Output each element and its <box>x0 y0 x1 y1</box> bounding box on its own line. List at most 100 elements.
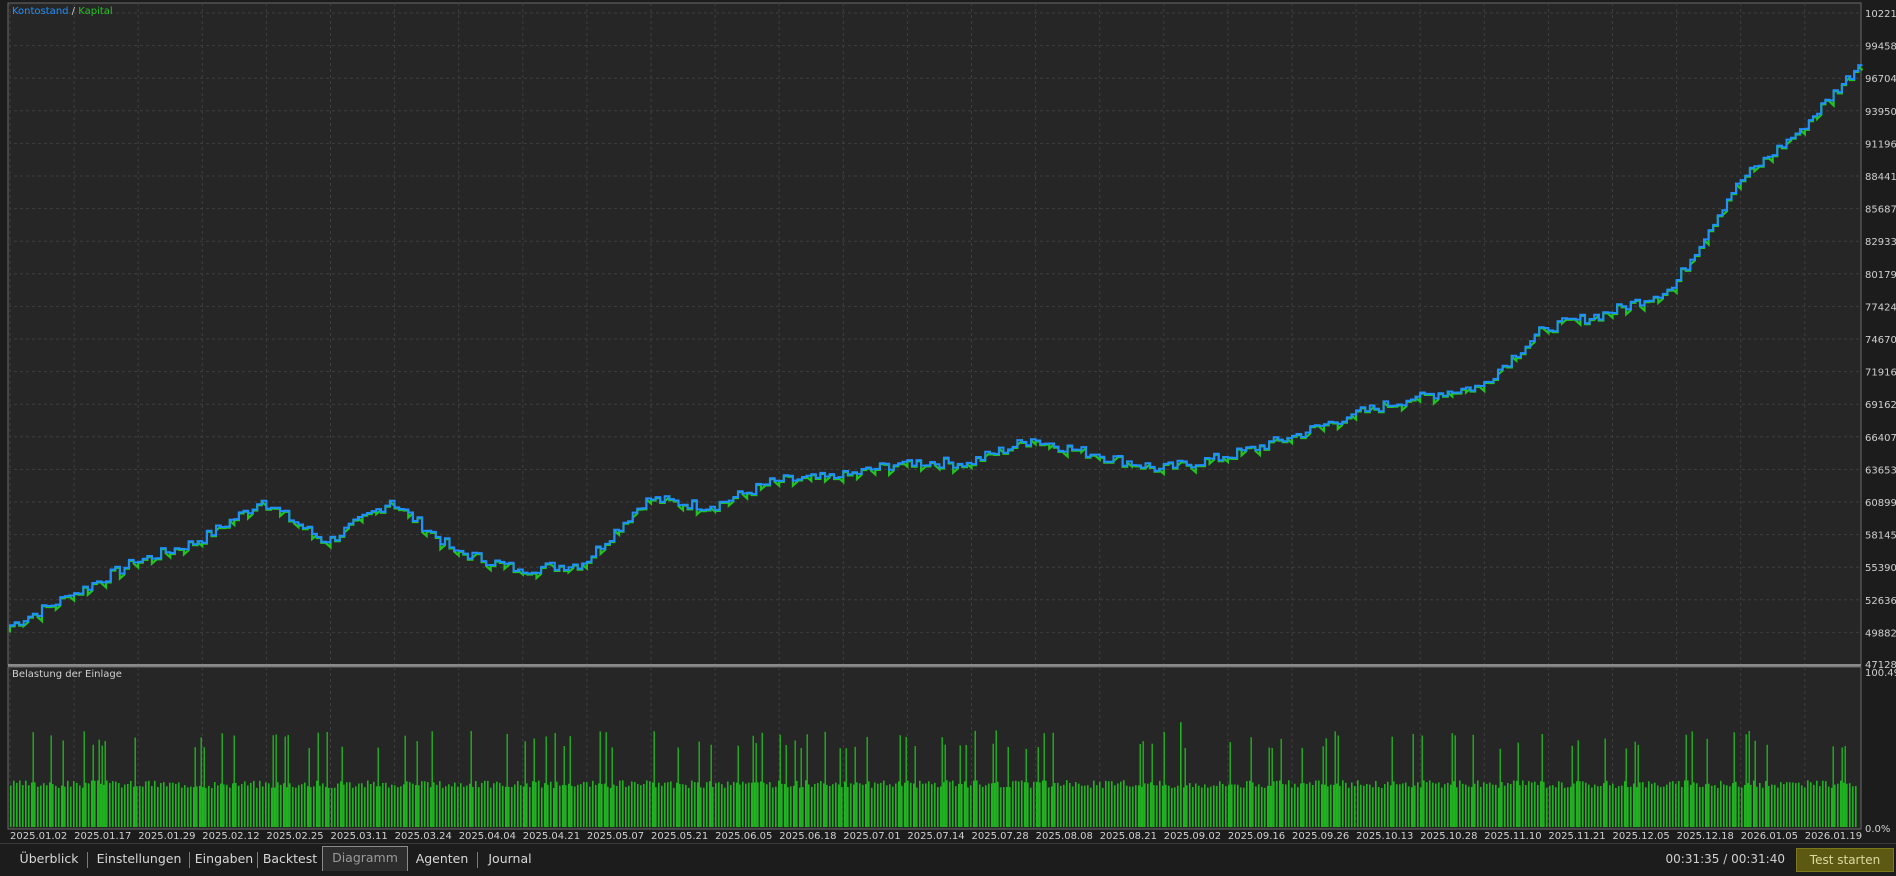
tab-backtest[interactable]: Backtest <box>258 848 322 870</box>
load-bar <box>691 780 693 827</box>
load-spike-max <box>1180 722 1182 827</box>
load-bar <box>1549 785 1551 827</box>
load-bar <box>1546 787 1548 827</box>
load-spike <box>1391 736 1393 827</box>
load-spike <box>800 748 802 827</box>
load-bar <box>1723 784 1725 827</box>
load-spike <box>737 745 739 827</box>
x-tick-label: 2025.07.14 <box>907 831 964 842</box>
load-bar <box>1042 780 1044 827</box>
load-bar <box>106 780 108 827</box>
equity-y-axis: 49882 52636 55390 58145 60899 63653 66407 69162… <box>1865 9 1896 671</box>
load-bar <box>790 786 792 827</box>
load-bar <box>424 781 426 827</box>
load-bar <box>1093 780 1095 827</box>
load-bar <box>1585 782 1587 827</box>
load-bar <box>79 785 81 827</box>
load-bar <box>1435 783 1437 827</box>
load-bar <box>1429 780 1431 827</box>
load-bar <box>286 787 288 827</box>
load-bar <box>349 782 351 827</box>
load-bar <box>1012 781 1014 827</box>
load-bar <box>745 783 747 827</box>
load-bar <box>148 780 150 827</box>
load-bar <box>76 782 78 827</box>
load-bar <box>967 787 969 827</box>
tab-settings[interactable]: Einstellungen <box>88 848 190 870</box>
load-bar <box>1165 784 1167 827</box>
load-bar <box>964 781 966 827</box>
load-bar <box>1222 783 1224 827</box>
y-tick-label: 80179 <box>1865 270 1896 281</box>
tab-overview[interactable]: Überblick <box>10 848 88 870</box>
tab-agents[interactable]: Agenten <box>406 848 478 870</box>
load-bar <box>1321 784 1323 827</box>
load-bar <box>442 787 444 827</box>
tab-chart[interactable]: Diagramm <box>322 846 408 871</box>
load-bar <box>991 783 993 827</box>
load-bar <box>223 784 225 827</box>
load-bar <box>1054 783 1056 827</box>
load-bar <box>265 782 267 827</box>
tab-journal[interactable]: Journal <box>478 848 542 870</box>
load-bar <box>1117 783 1119 827</box>
load-bar <box>1195 783 1197 827</box>
load-bar <box>1852 786 1854 827</box>
tester-tabbar: Überblick Einstellungen Eingaben Backtest Di… <box>0 843 1896 876</box>
load-bar <box>196 786 198 827</box>
load-spike <box>134 737 136 827</box>
load-bar <box>232 783 234 827</box>
load-bar <box>1225 786 1227 827</box>
load-bar <box>364 787 366 827</box>
load-bar <box>700 787 702 827</box>
load-bar <box>856 782 858 827</box>
load-bar <box>652 782 654 827</box>
load-bar <box>1462 783 1464 827</box>
load-bar <box>511 786 513 827</box>
load-spike <box>92 744 94 827</box>
load-bar <box>331 787 333 827</box>
load-bar <box>1819 786 1821 827</box>
load-bar <box>901 785 903 827</box>
load-bar <box>1660 787 1662 827</box>
load-bar <box>49 782 51 827</box>
load-bar <box>169 782 171 827</box>
start-test-button[interactable]: Test starten <box>1796 848 1894 872</box>
load-bar <box>1219 781 1221 827</box>
load-spike <box>1268 747 1270 827</box>
load-bar <box>1243 787 1245 827</box>
load-bar <box>109 783 111 827</box>
load-bar <box>931 784 933 827</box>
load-bar <box>850 783 852 827</box>
load-bar <box>742 781 744 827</box>
load-spike <box>1412 733 1414 827</box>
load-bar <box>1801 785 1803 827</box>
load-spike <box>554 733 556 827</box>
load-bar <box>1687 780 1689 827</box>
load-bar <box>763 782 765 827</box>
load-spike <box>1748 730 1750 827</box>
load-bar <box>1303 783 1305 827</box>
load-bar <box>229 787 231 827</box>
load-bar <box>1795 783 1797 827</box>
load-bar <box>247 785 249 827</box>
load-bar <box>988 783 990 827</box>
load-spike <box>1841 747 1843 827</box>
load-bar <box>1048 787 1050 827</box>
load-bar <box>1480 786 1482 827</box>
load-bar <box>934 782 936 827</box>
load-bar <box>1192 786 1194 827</box>
load-bar <box>1573 783 1575 827</box>
load-bar <box>448 784 450 827</box>
load-bar <box>1153 785 1155 827</box>
load-spike <box>1451 733 1453 827</box>
load-spike <box>1301 747 1303 827</box>
load-bar <box>1267 785 1269 827</box>
x-tick-label: 2025.01.17 <box>74 831 131 842</box>
load-bar <box>1240 787 1242 827</box>
load-bar <box>1411 787 1413 827</box>
x-tick-label: 2025.08.21 <box>1100 831 1157 842</box>
tab-inputs[interactable]: Eingaben <box>190 848 258 870</box>
load-bar <box>520 785 522 827</box>
load-bar <box>472 786 474 827</box>
